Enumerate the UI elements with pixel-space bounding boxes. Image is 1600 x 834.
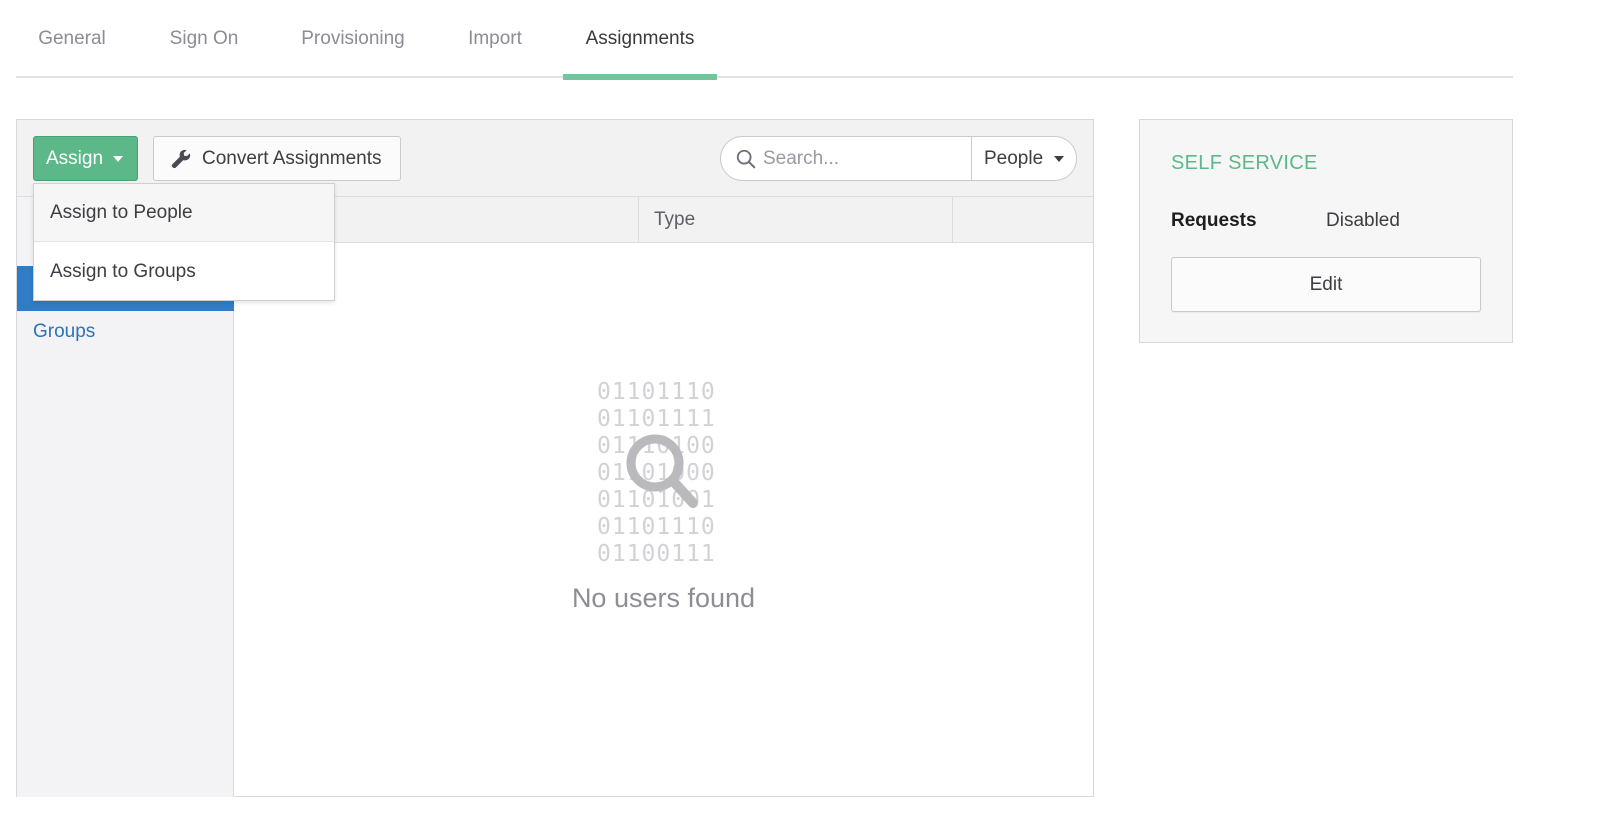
tab-import[interactable]: Import (449, 0, 541, 78)
self-service-card: SELF SERVICE Requests Disabled Edit (1139, 119, 1513, 343)
menu-item-assign-to-groups[interactable]: Assign to Groups (34, 243, 334, 301)
tab-bar: General Sign On Provisioning Import Assi… (16, 0, 1513, 80)
caret-down-icon (1054, 156, 1064, 162)
convert-assignments-button[interactable]: Convert Assignments (153, 136, 401, 181)
column-divider (952, 197, 953, 243)
tab-general[interactable]: General (16, 0, 128, 78)
caret-down-icon (113, 156, 123, 162)
convert-assignments-label: Convert Assignments (202, 147, 382, 169)
requests-label: Requests (1171, 210, 1257, 231)
tab-sign-on[interactable]: Sign On (153, 0, 255, 78)
tab-assignments[interactable]: Assignments (563, 0, 717, 80)
self-service-title: SELF SERVICE (1171, 152, 1318, 174)
people-filter-value: People (984, 147, 1044, 169)
magnifier-icon (626, 434, 698, 508)
search-input[interactable] (763, 137, 963, 180)
search-icon (736, 149, 756, 169)
search-box: People (720, 136, 1077, 181)
table-header: Type (234, 197, 1093, 243)
requests-value: Disabled (1326, 210, 1400, 231)
empty-state: 01101110 01101111 01110100 01101000 0110… (234, 243, 1093, 797)
menu-item-assign-to-people[interactable]: Assign to People (34, 184, 334, 242)
assign-dropdown-menu: Assign to People Assign to Groups (33, 183, 335, 301)
assign-button-label: Assign (46, 147, 104, 169)
wrench-icon (171, 149, 191, 168)
tab-provisioning[interactable]: Provisioning (284, 0, 422, 78)
empty-state-message: No users found (571, 583, 756, 613)
assign-button[interactable]: Assign (33, 136, 138, 181)
edit-button[interactable]: Edit (1171, 257, 1481, 312)
column-header-type[interactable]: Type (638, 197, 695, 243)
people-filter-select[interactable]: People (971, 137, 1076, 180)
sidebar-item-groups[interactable]: Groups (33, 321, 95, 343)
